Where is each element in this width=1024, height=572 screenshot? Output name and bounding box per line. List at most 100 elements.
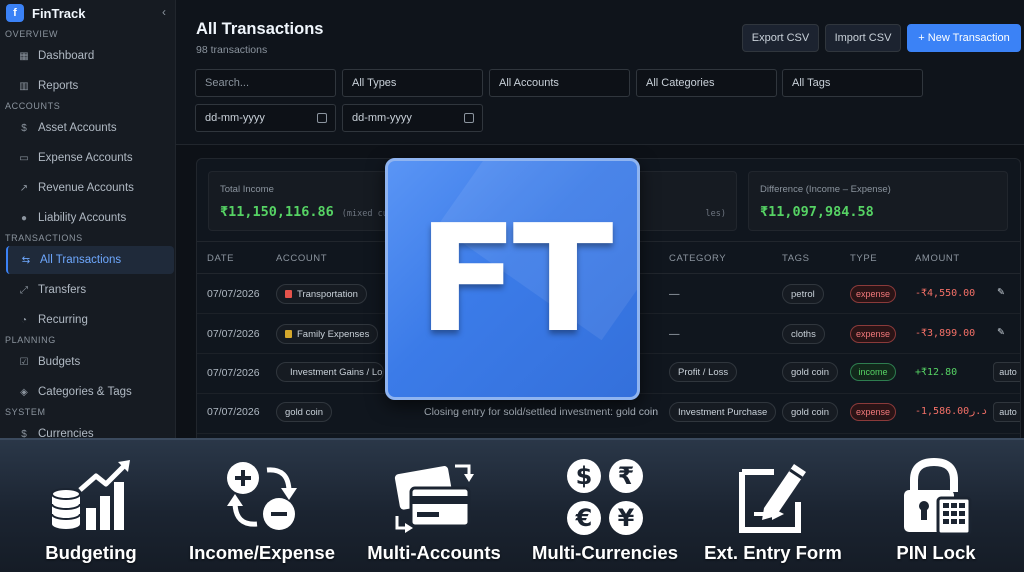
sidebar-item-transfers[interactable]: ⤢ Transfers <box>6 276 174 304</box>
row-amount: -1,586.00د.ر <box>915 406 988 417</box>
new-transaction-button[interactable]: + New Transaction <box>907 24 1021 52</box>
sidebar-item-label: Asset Accounts <box>38 122 117 134</box>
category-chip[interactable]: Profit / Loss <box>669 362 738 382</box>
trend-icon: ↗ <box>19 182 29 194</box>
sidebar-item-label: Transfers <box>38 284 87 296</box>
row-date: 07/07/2026 <box>207 288 260 300</box>
logo-letters: FT <box>417 193 613 365</box>
transaction-count: 98 transactions <box>196 44 268 56</box>
grid-icon: ▦ <box>19 50 29 62</box>
account-chip[interactable]: Investment Gains / Los <box>276 362 384 382</box>
sidebar-item-dashboard[interactable]: ▦ Dashboard <box>6 42 174 70</box>
sidebar-item-expense-accounts[interactable]: ▭ Expense Accounts <box>6 144 174 172</box>
tag-chip[interactable]: cloths <box>782 324 825 344</box>
row-amount: -₹3,899.00 <box>915 328 976 339</box>
sidebar-item-label: Budgets <box>38 356 81 368</box>
account-chip[interactable]: Family Expenses <box>276 324 379 344</box>
sidebar-item-categories-tags[interactable]: ◈ Categories & Tags <box>6 378 174 406</box>
export-csv-button[interactable]: Export CSV <box>742 24 819 52</box>
row-date: 07/07/2026 <box>207 328 260 340</box>
account-name: Investment Gains / Los <box>290 366 384 378</box>
sidebar-item-revenue-accounts[interactable]: ↗ Revenue Accounts <box>6 174 174 202</box>
feature-label: PIN Lock <box>896 542 976 563</box>
chevron-left-icon[interactable]: ‹ <box>162 5 166 19</box>
column-type[interactable]: TYPE <box>850 253 877 264</box>
transfer-icon: ⤢ <box>20 284 28 296</box>
search-input[interactable]: Search... <box>195 69 336 97</box>
sidebar-item-label: Expense Accounts <box>38 152 133 164</box>
total-income-amount: ₹11,150,116.86 <box>220 204 334 220</box>
row-category: — <box>669 288 680 300</box>
column-account[interactable]: ACCOUNT <box>276 253 327 264</box>
sidebar-item-label: Recurring <box>38 314 88 326</box>
tag-chip[interactable]: gold coin <box>782 402 839 422</box>
tag-icon: ◈ <box>20 386 28 398</box>
sidebar-item-asset-accounts[interactable]: $ Asset Accounts <box>6 114 174 142</box>
budget-icon: ☑ <box>19 356 29 368</box>
auto-button[interactable]: auto <box>993 362 1020 382</box>
bar-chart-icon: ▥ <box>19 80 29 92</box>
dollar-icon: $ <box>21 122 27 134</box>
feature-label: Income/Expense <box>188 542 335 563</box>
feature-label: Multi-Accounts <box>367 542 501 563</box>
feature-budgeting: Budgeting <box>6 440 176 572</box>
feature-label: Multi-Currencies <box>532 542 678 563</box>
tag-chip[interactable]: gold coin <box>782 362 839 382</box>
column-date[interactable]: DATE <box>207 253 234 264</box>
sidebar-item-budgets[interactable]: ☑ Budgets <box>6 348 174 376</box>
sidebar-item-all-transactions[interactable]: ⇆ All Transactions <box>6 246 174 274</box>
account-filter-select[interactable]: All Accounts <box>489 69 630 97</box>
account-chip[interactable]: Transportation <box>276 284 367 304</box>
import-csv-button[interactable]: Import CSV <box>825 24 901 52</box>
row-date: 07/07/2026 <box>207 367 260 379</box>
brand[interactable]: f FinTrack ‹ <box>6 2 172 24</box>
account-chip[interactable]: gold coin <box>276 402 333 422</box>
sidebar-item-label: Revenue Accounts <box>38 182 134 194</box>
section-transactions: TRANSACTIONS <box>5 233 83 243</box>
edit-pencil-icon[interactable]: ✎ <box>997 327 1005 338</box>
category-chip[interactable]: Investment Purchase <box>669 402 777 422</box>
sidebar-item-recurring[interactable]: ◔ Recurring <box>6 306 174 334</box>
type-filter-select[interactable]: All Types <box>342 69 483 97</box>
sidebar-item-label: All Transactions <box>40 254 122 266</box>
padlock-keypad-icon <box>904 458 972 536</box>
currency-note: les) <box>705 209 726 219</box>
credit-cards-icon <box>394 464 474 533</box>
card-icon: ▭ <box>19 152 29 164</box>
feature-pin-lock: PIN Lock <box>851 440 1021 572</box>
sidebar-item-reports[interactable]: ▥ Reports <box>6 72 174 100</box>
column-tags[interactable]: TAGS <box>782 253 810 264</box>
account-color-icon <box>285 330 292 338</box>
category-filter-select[interactable]: All Categories <box>636 69 777 97</box>
calendar-icon[interactable] <box>317 113 327 123</box>
table-row[interactable]: 07/07/2026 gold coin Closing entry for s… <box>197 394 1020 434</box>
date-to-input[interactable]: dd-mm-yyyy <box>342 104 483 132</box>
app-root: f FinTrack ‹ OVERVIEW ▦ Dashboard ▥ Report… <box>0 0 1024 572</box>
app-logo-icon: f <box>6 4 24 22</box>
type-badge: expense <box>850 403 896 421</box>
edit-form-icon <box>739 464 806 533</box>
column-amount[interactable]: AMOUNT <box>915 253 960 264</box>
app-name: FinTrack <box>32 5 86 21</box>
sidebar-item-label: Categories & Tags <box>38 386 132 398</box>
edit-pencil-icon[interactable]: ✎ <box>997 287 1005 298</box>
sidebar-item-liability-accounts[interactable]: ● Liability Accounts <box>6 204 174 232</box>
difference-value: ₹11,097,984.58 <box>760 204 874 220</box>
tags-filter-select[interactable]: All Tags <box>782 69 923 97</box>
page-title: All Transactions <box>196 20 324 38</box>
auto-button[interactable]: auto <box>993 402 1020 422</box>
difference-card: Difference (Income – Expense) ₹11,097,98… <box>748 171 1008 231</box>
row-category: — <box>669 328 680 340</box>
tag-chip[interactable]: petrol <box>782 284 824 304</box>
row-description: Closing entry for sold/settled investmen… <box>424 406 659 418</box>
section-overview: OVERVIEW <box>5 29 59 39</box>
date-from-value: dd-mm-yyyy <box>205 112 265 124</box>
type-badge: income <box>850 363 896 381</box>
sidebar: f FinTrack ‹ OVERVIEW ▦ Dashboard ▥ Report… <box>0 0 176 450</box>
feature-label: Budgeting <box>45 542 137 563</box>
date-from-input[interactable]: dd-mm-yyyy <box>195 104 336 132</box>
swap-icon: ⇆ <box>21 254 31 266</box>
calendar-icon[interactable] <box>464 113 474 123</box>
column-category[interactable]: CATEGORY <box>669 253 726 264</box>
date-to-value: dd-mm-yyyy <box>352 112 412 124</box>
